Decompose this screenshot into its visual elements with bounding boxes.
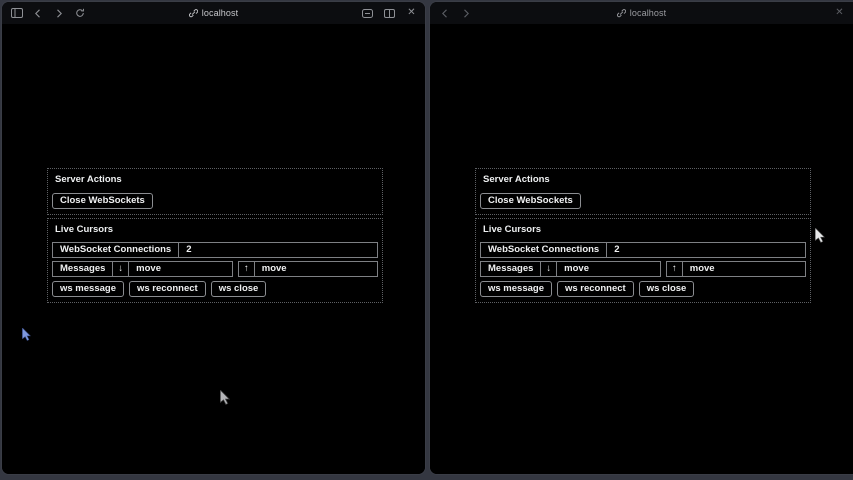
titlebar-right-controls: ✕ <box>833 2 846 24</box>
page-content: Server Actions Close WebSockets Live Cur… <box>2 24 425 474</box>
connections-readout: WebSocket Connections 2 <box>52 242 378 258</box>
address-bar[interactable]: localhost <box>430 2 853 24</box>
last-message-down: move <box>129 262 232 276</box>
down-arrow-icon: ↓ <box>113 262 128 276</box>
ws-reconnect-button[interactable]: ws reconnect <box>557 281 634 297</box>
browser-window-left: localhost ✕ Server Actions Close WebSock… <box>2 2 425 474</box>
close-websockets-button[interactable]: Close WebSockets <box>52 193 153 209</box>
ws-close-button[interactable]: ws close <box>211 281 267 297</box>
down-arrow-icon: ↓ <box>541 262 556 276</box>
connections-label: WebSocket Connections <box>53 243 178 257</box>
titlebar: localhost ✕ <box>430 2 853 25</box>
close-websockets-button[interactable]: Close WebSockets <box>480 193 581 209</box>
last-message-up: move <box>683 262 805 276</box>
ws-buttons-row: ws message ws reconnect ws close <box>480 281 806 297</box>
live-cursors-group: Live Cursors WebSocket Connections 2 Mes… <box>475 218 811 303</box>
messages-down-readout: Messages ↓ move <box>52 261 233 277</box>
close-icon[interactable]: ✕ <box>833 7 846 20</box>
url-text: localhost <box>202 8 238 18</box>
link-icon <box>617 9 626 18</box>
messages-row: Messages ↓ move ↑ move <box>480 261 806 277</box>
live-cursors-legend: Live Cursors <box>480 222 806 240</box>
desktop: { "windows": [ { "titlebar": { "url": "l… <box>0 0 853 480</box>
tab-overview-icon[interactable] <box>361 7 374 20</box>
connections-value: 2 <box>179 243 377 257</box>
live-cursors-group: Live Cursors WebSocket Connections 2 Mes… <box>47 218 383 303</box>
browser-window-right: localhost ✕ Server Actions Close WebSock… <box>430 2 853 474</box>
messages-down-readout: Messages ↓ move <box>480 261 661 277</box>
messages-row: Messages ↓ move ↑ move <box>52 261 378 277</box>
up-arrow-icon: ↑ <box>239 262 254 276</box>
last-message-up: move <box>255 262 377 276</box>
ws-message-button[interactable]: ws message <box>52 281 124 297</box>
ws-reconnect-button[interactable]: ws reconnect <box>129 281 206 297</box>
server-actions-group: Server Actions Close WebSockets <box>475 168 811 215</box>
connections-value: 2 <box>607 243 805 257</box>
ws-close-button[interactable]: ws close <box>639 281 695 297</box>
server-actions-legend: Server Actions <box>52 172 378 190</box>
messages-label: Messages <box>481 262 540 276</box>
close-icon[interactable]: ✕ <box>405 7 418 20</box>
messages-up-readout: ↑ move <box>238 261 378 277</box>
page-content: Server Actions Close WebSockets Live Cur… <box>430 24 853 474</box>
live-cursors-legend: Live Cursors <box>52 222 378 240</box>
last-message-down: move <box>557 262 660 276</box>
controls-panel: Server Actions Close WebSockets Live Cur… <box>47 168 383 303</box>
connections-label: WebSocket Connections <box>481 243 606 257</box>
controls-panel: Server Actions Close WebSockets Live Cur… <box>475 168 811 303</box>
server-actions-group: Server Actions Close WebSockets <box>47 168 383 215</box>
messages-label: Messages <box>53 262 112 276</box>
connections-readout: WebSocket Connections 2 <box>480 242 806 258</box>
split-view-icon[interactable] <box>383 7 396 20</box>
server-actions-legend: Server Actions <box>480 172 806 190</box>
ws-message-button[interactable]: ws message <box>480 281 552 297</box>
link-icon <box>189 9 198 18</box>
url-text: localhost <box>630 8 666 18</box>
titlebar-right-controls: ✕ <box>361 2 418 24</box>
up-arrow-icon: ↑ <box>667 262 682 276</box>
ws-buttons-row: ws message ws reconnect ws close <box>52 281 378 297</box>
titlebar: localhost ✕ <box>2 2 425 25</box>
messages-up-readout: ↑ move <box>666 261 806 277</box>
